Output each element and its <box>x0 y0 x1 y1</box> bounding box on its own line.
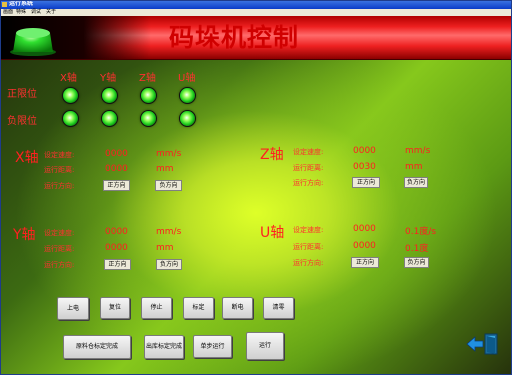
z-speed-value[interactable]: 0000 <box>353 146 376 156</box>
limit-header-u: U轴 <box>178 73 196 84</box>
app-icon <box>2 2 7 7</box>
y-speed-label: 设定速度: <box>44 229 75 237</box>
power-on-button[interactable]: 上电 <box>57 297 89 320</box>
led-z-positive-limit <box>141 88 156 103</box>
x-distance-label: 运行距离: <box>44 166 75 174</box>
negative-limit-label: 负限位 <box>7 116 37 127</box>
led-u-positive-limit <box>180 88 195 103</box>
u-speed-unit: 0.1度/s <box>405 227 437 237</box>
hmi-window: 运行系统 画面 特殊 调试 关于 码垛机控制 X轴 Y轴 Z轴 U轴 正限位 负… <box>0 0 512 375</box>
x-speed-value[interactable]: 0000 <box>105 149 128 159</box>
z-distance-unit: mm <box>405 162 423 172</box>
origin-button[interactable]: 标定 <box>183 297 214 319</box>
reset-button[interactable]: 复位 <box>100 297 130 319</box>
window-title-bar: 运行系统 <box>1 1 511 9</box>
menu-item-about[interactable]: 关于 <box>46 8 56 16</box>
y-distance-value[interactable]: 0000 <box>105 243 128 253</box>
u-direction-label: 运行方向: <box>293 259 324 267</box>
u-speed-value[interactable]: 0000 <box>353 224 376 234</box>
exit-door-icon[interactable] <box>465 332 501 356</box>
y-distance-label: 运行距离: <box>44 245 75 253</box>
u-reverse-button[interactable]: 负方向 <box>404 257 429 268</box>
limit-header-z: Z轴 <box>139 73 156 84</box>
z-axis-label: Z轴 <box>260 147 284 163</box>
u-axis-label: U轴 <box>260 225 285 241</box>
origin-calibration-button[interactable]: 原料仓标定完成 <box>63 335 131 359</box>
target-calibration-button[interactable]: 出库标定完成 <box>144 335 184 359</box>
led-x-positive-limit <box>63 88 78 103</box>
y-distance-unit: mm <box>156 243 174 253</box>
y-speed-unit: mm/s <box>156 227 182 237</box>
z-speed-unit: mm/s <box>405 146 431 156</box>
x-reverse-button[interactable]: 负方向 <box>155 180 182 191</box>
u-distance-unit: 0.1度 <box>405 244 429 254</box>
limit-header-x: X轴 <box>60 73 77 84</box>
z-distance-label: 运行距离: <box>293 164 324 172</box>
x-axis-label: X轴 <box>15 150 39 166</box>
led-z-negative-limit <box>141 111 156 126</box>
x-speed-label: 设定速度: <box>44 151 75 159</box>
u-distance-label: 运行距离: <box>293 243 324 251</box>
menu-item-screen[interactable]: 画面 <box>3 8 13 16</box>
y-reverse-button[interactable]: 负方向 <box>156 259 182 270</box>
led-x-negative-limit <box>63 111 78 126</box>
positive-limit-label: 正限位 <box>7 89 37 100</box>
menu-item-special[interactable]: 特殊 <box>16 8 26 16</box>
x-speed-unit: mm/s <box>156 149 182 159</box>
z-reverse-button[interactable]: 负方向 <box>404 177 428 188</box>
run-button[interactable]: 运行 <box>246 332 284 360</box>
led-u-negative-limit <box>180 111 195 126</box>
x-distance-unit: mm <box>156 164 174 174</box>
u-speed-label: 设定速度: <box>293 226 324 234</box>
led-y-positive-limit <box>102 88 117 103</box>
z-distance-value[interactable]: 0030 <box>353 162 376 172</box>
z-speed-label: 设定速度: <box>293 148 324 156</box>
status-lamp-icon <box>10 28 56 56</box>
clear-button[interactable]: 清零 <box>263 297 294 319</box>
u-distance-value[interactable]: 0000 <box>353 241 376 251</box>
x-forward-button[interactable]: 正方向 <box>103 180 130 191</box>
y-forward-button[interactable]: 正方向 <box>104 259 131 270</box>
led-y-negative-limit <box>102 111 117 126</box>
stop-button[interactable]: 停止 <box>141 297 172 319</box>
z-direction-label: 运行方向: <box>293 179 324 187</box>
u-forward-button[interactable]: 正方向 <box>351 257 379 268</box>
limit-header-y: Y轴 <box>100 73 117 84</box>
window-title: 运行系统 <box>9 0 34 7</box>
y-axis-label: Y轴 <box>13 227 36 243</box>
single-step-button[interactable]: 单步运行 <box>193 335 232 358</box>
x-distance-value[interactable]: 0000 <box>105 164 128 174</box>
y-speed-value[interactable]: 0000 <box>105 227 128 237</box>
x-direction-label: 运行方向: <box>44 182 75 190</box>
power-off-button[interactable]: 断电 <box>222 297 253 319</box>
z-forward-button[interactable]: 正方向 <box>352 177 380 188</box>
y-direction-label: 运行方向: <box>44 261 75 269</box>
menu-item-debug[interactable]: 调试 <box>31 8 41 16</box>
page-title: 码垛机控制 <box>169 23 300 52</box>
